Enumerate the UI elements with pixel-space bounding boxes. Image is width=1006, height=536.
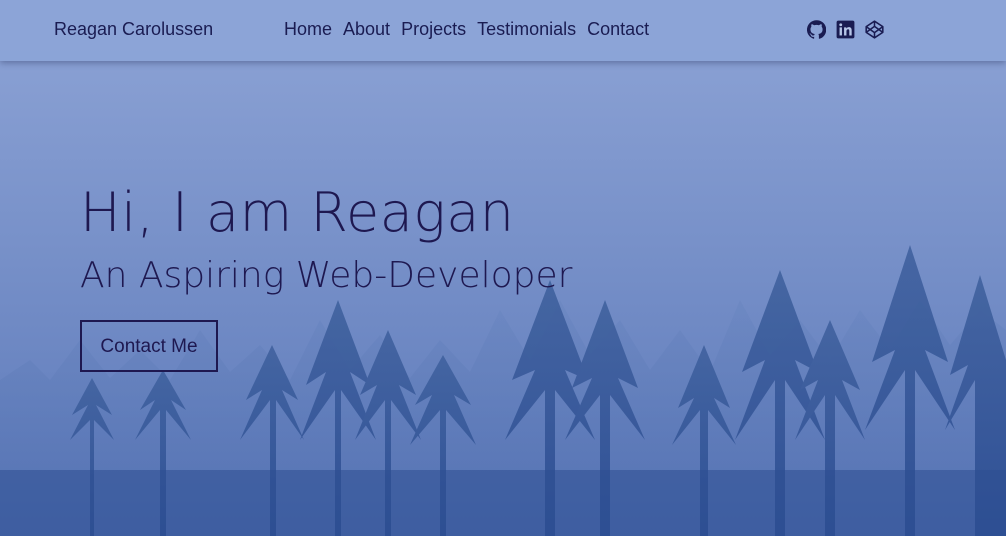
hero-title: Hi, I am Reagan xyxy=(80,181,515,244)
hero-section: Hi, I am Reagan An Aspiring Web-Develope… xyxy=(80,180,572,372)
nav-link-projects[interactable]: Projects xyxy=(401,19,466,39)
social-links xyxy=(807,20,884,39)
codepen-icon[interactable] xyxy=(865,20,884,39)
nav-link-testimonials[interactable]: Testimonials xyxy=(477,19,576,39)
github-icon[interactable] xyxy=(807,20,826,39)
nav-links: Home About Projects Testimonials Contact xyxy=(284,19,649,40)
brand-link[interactable]: Reagan Carolussen xyxy=(54,19,213,40)
nav-link-contact[interactable]: Contact xyxy=(587,19,649,39)
nav-item-home: Home xyxy=(284,19,332,40)
contact-me-button[interactable]: Contact Me xyxy=(80,320,218,372)
linkedin-icon[interactable] xyxy=(836,20,855,39)
nav-item-contact: Contact xyxy=(587,19,649,40)
nav-item-projects: Projects xyxy=(401,19,466,40)
nav-item-about: About xyxy=(343,19,390,40)
nav-link-home[interactable]: Home xyxy=(284,19,332,39)
nav-link-about[interactable]: About xyxy=(343,19,390,39)
navbar: Reagan Carolussen Home About Projects Te… xyxy=(0,0,1006,61)
page: Reagan Carolussen Home About Projects Te… xyxy=(0,0,1006,536)
hero-subtitle: An Aspiring Web-Developer xyxy=(80,255,573,296)
nav-item-testimonials: Testimonials xyxy=(477,19,576,40)
